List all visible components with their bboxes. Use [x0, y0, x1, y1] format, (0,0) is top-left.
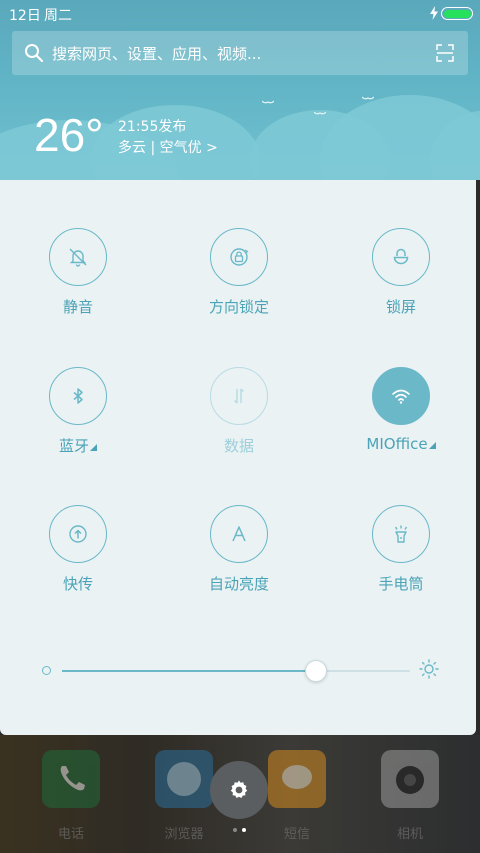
- search-input[interactable]: 搜索网页、设置、应用、视频...: [52, 43, 261, 64]
- charging-bolt-icon: [430, 6, 438, 20]
- messages-app-icon[interactable]: [268, 750, 326, 808]
- dock-label: 浏览器: [164, 827, 204, 842]
- status-weekday: 周二: [44, 8, 72, 24]
- dock-label: 相机: [396, 827, 423, 842]
- toggle-lock-screen[interactable]: 锁屏: [341, 180, 461, 316]
- weather-publish-time: 21:55发布: [118, 119, 187, 135]
- page-indicator-dot: [233, 828, 237, 832]
- weather-description[interactable]: 多云 | 空气优 >: [118, 137, 218, 157]
- wifi-icon: [392, 389, 410, 404]
- dropdown-triangle-icon[interactable]: [428, 442, 436, 449]
- brightness-low-icon: [42, 666, 51, 675]
- bird-decoration: [314, 111, 326, 115]
- quick-settings-panel: 静音 方向锁定 锁屏 蓝牙 数据 MIOffice 快传 自动亮度 手电筒: [0, 180, 476, 735]
- toggle-label: 锁屏: [385, 298, 416, 316]
- toggle-label: MIOffice: [341, 435, 461, 453]
- toggle-circle[interactable]: [210, 505, 268, 563]
- battery-level-fill: [443, 9, 471, 18]
- search-bar[interactable]: 搜索网页、设置、应用、视频...: [12, 31, 468, 75]
- toggle-circle[interactable]: [372, 228, 430, 286]
- brightness-slider-fill: [62, 670, 317, 672]
- toggle-label-text: 蓝牙: [58, 437, 89, 455]
- toggle-label: 数据: [223, 437, 254, 455]
- weather-header: 12日 周二 搜索网页、设置、应用、视频... 26° 21:55发布 多云 |…: [0, 0, 480, 180]
- quick-transfer-icon: [69, 525, 87, 543]
- toggle-quick-transfer[interactable]: 快传: [18, 457, 138, 593]
- toggle-wifi[interactable]: MIOffice: [341, 319, 461, 453]
- brightness-slider[interactable]: [62, 660, 410, 682]
- toggle-bluetooth[interactable]: 蓝牙: [18, 319, 138, 455]
- brightness-slider-thumb[interactable]: [305, 660, 328, 682]
- toggle-label: 自动亮度: [208, 575, 269, 593]
- toggle-auto-brightness[interactable]: 自动亮度: [179, 457, 299, 593]
- toggle-rotation-lock[interactable]: 方向锁定: [179, 180, 299, 316]
- toggle-circle[interactable]: [210, 228, 268, 286]
- bird-decoration: [362, 96, 374, 100]
- gear-icon: [230, 780, 248, 798]
- toggle-mobile-data[interactable]: 数据: [179, 319, 299, 455]
- temperature[interactable]: 26°: [34, 108, 104, 162]
- auto-brightness-icon: [232, 526, 246, 542]
- toggle-circle[interactable]: [372, 505, 430, 563]
- toggle-circle[interactable]: [49, 228, 107, 286]
- mute-bell-icon: [69, 248, 87, 267]
- toggle-mute[interactable]: 静音: [18, 180, 138, 316]
- rotation-lock-icon: [230, 248, 249, 266]
- battery-icon: [441, 7, 473, 20]
- toggle-label: 快传: [62, 575, 93, 593]
- status-bar: 12日 周二: [0, 0, 480, 28]
- dropdown-triangle-icon[interactable]: [90, 444, 97, 451]
- toggle-label: 手电筒: [378, 575, 424, 593]
- flashlight-icon: [394, 525, 408, 543]
- toggle-circle[interactable]: [210, 367, 268, 425]
- search-icon: [25, 44, 44, 63]
- toggle-flashlight[interactable]: 手电筒: [341, 457, 461, 593]
- phone-app-icon[interactable]: [42, 750, 100, 808]
- brightness-high-icon: [419, 659, 439, 679]
- status-date: 12日: [9, 8, 41, 24]
- bluetooth-icon: [73, 388, 83, 404]
- bird-decoration: [262, 100, 274, 104]
- mobile-data-icon: [233, 388, 245, 404]
- toggle-label-text: MIOffice: [366, 435, 428, 453]
- toggle-label: 静音: [62, 298, 93, 316]
- camera-app-icon[interactable]: [381, 750, 439, 808]
- toggle-label: 蓝牙: [18, 435, 138, 456]
- browser-app-icon[interactable]: [155, 750, 213, 808]
- scan-icon[interactable]: [436, 44, 454, 62]
- toggle-circle[interactable]: [372, 367, 430, 425]
- home-screen-background: 电话 浏览器 短信 相机: [0, 735, 480, 853]
- toggle-circle[interactable]: [49, 505, 107, 563]
- dock-label: 电话: [57, 827, 84, 842]
- page-indicator-dot-active: [242, 828, 246, 832]
- lock-icon: [393, 248, 409, 265]
- settings-button[interactable]: [210, 761, 268, 819]
- dock-label: 短信: [283, 827, 310, 842]
- toggle-label: 方向锁定: [208, 298, 269, 316]
- toggle-circle[interactable]: [49, 367, 107, 425]
